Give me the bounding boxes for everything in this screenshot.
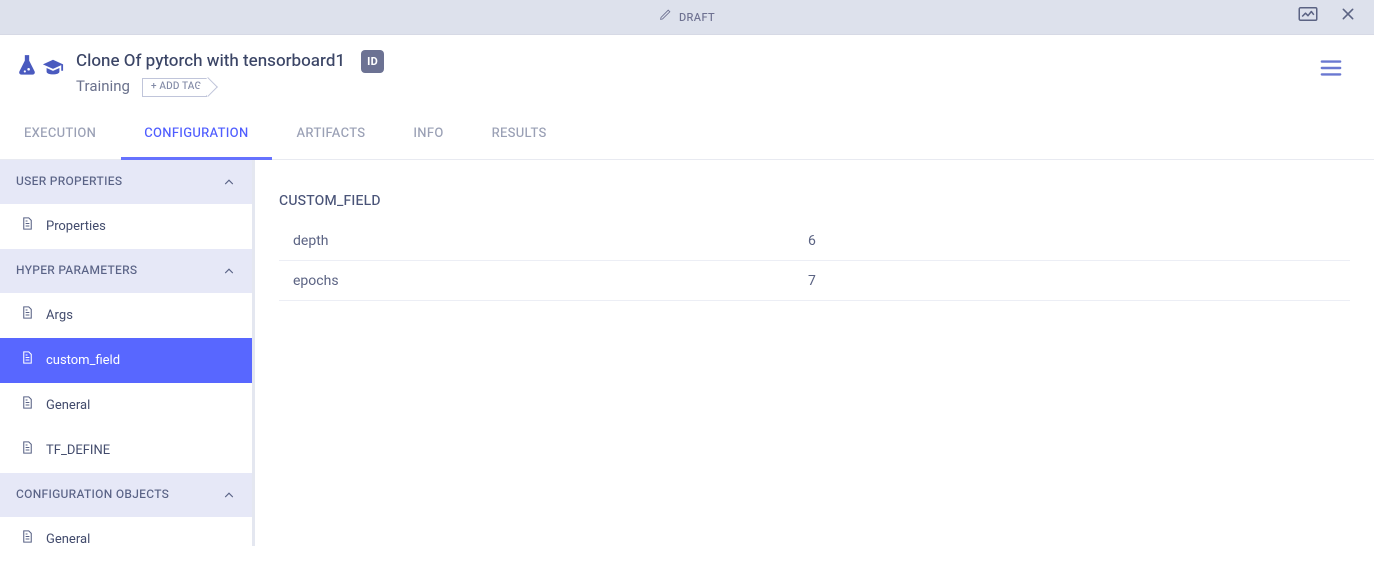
sidebar-item-tf-define[interactable]: TF_DEFINE	[0, 428, 252, 473]
menu-icon[interactable]	[1320, 49, 1350, 84]
add-tag-button[interactable]: + ADD TAG	[142, 78, 207, 97]
add-tag-label: + ADD TAG	[151, 80, 202, 94]
table-row[interactable]: epochs 7	[279, 261, 1350, 301]
tabs: EXECUTION CONFIGURATION ARTIFACTS INFO R…	[0, 102, 1374, 160]
tab-results[interactable]: RESULTS	[492, 124, 547, 159]
sidebar-item-properties[interactable]: Properties	[0, 204, 252, 249]
sidebar-item-label: General	[46, 530, 90, 546]
graduation-cap-icon	[42, 57, 64, 86]
sidebar-item-label: Properties	[46, 217, 106, 236]
file-icon	[20, 529, 35, 546]
id-badge[interactable]: ID	[361, 50, 384, 73]
tab-info[interactable]: INFO	[413, 124, 443, 159]
sidebar-item-general-co[interactable]: General	[0, 517, 252, 546]
file-icon	[20, 395, 35, 416]
panel-title: CUSTOM_FIELD	[279, 190, 1350, 211]
chevron-up-icon	[222, 175, 236, 189]
close-icon[interactable]	[1340, 5, 1356, 29]
pencil-icon	[659, 8, 672, 26]
page-subtitle: Training	[76, 76, 130, 98]
table-row[interactable]: depth 6	[279, 221, 1350, 261]
tab-artifacts[interactable]: ARTIFACTS	[297, 124, 366, 159]
image-icon[interactable]	[1298, 5, 1318, 29]
param-val: 6	[808, 230, 1338, 251]
draft-status: DRAFT	[659, 8, 715, 26]
sidebar-item-custom-field[interactable]: custom_field	[0, 338, 252, 383]
param-table: depth 6 epochs 7	[279, 221, 1350, 301]
file-icon	[20, 440, 35, 461]
chevron-up-icon	[222, 264, 236, 278]
header-icons	[14, 49, 64, 86]
sidebar-item-args[interactable]: Args	[0, 293, 252, 338]
main-panel: CUSTOM_FIELD depth 6 epochs 7	[255, 160, 1374, 546]
param-val: 7	[808, 270, 1338, 291]
page-header: Clone Of pytorch with tensorboard1 ID Tr…	[0, 35, 1374, 102]
section-label: HYPER PARAMETERS	[16, 262, 137, 280]
section-label: CONFIGURATION OBJECTS	[16, 486, 169, 504]
sidebar-item-general-hp[interactable]: General	[0, 383, 252, 428]
tab-configuration[interactable]: CONFIGURATION	[144, 124, 248, 159]
section-configuration-objects[interactable]: CONFIGURATION OBJECTS	[0, 473, 252, 517]
file-icon	[20, 350, 35, 371]
section-user-properties[interactable]: USER PROPERTIES	[0, 160, 252, 204]
sidebar-item-label: Args	[46, 306, 73, 325]
status-text: DRAFT	[679, 9, 715, 26]
param-key: epochs	[293, 270, 808, 291]
file-icon	[20, 305, 35, 326]
content-area: USER PROPERTIES Properties HYPER PARAMET…	[0, 160, 1374, 546]
section-label: USER PROPERTIES	[16, 173, 122, 191]
page-title: Clone Of pytorch with tensorboard1	[76, 49, 345, 74]
sidebar-item-label: General	[46, 396, 90, 415]
section-hyper-parameters[interactable]: HYPER PARAMETERS	[0, 249, 252, 293]
top-status-bar: DRAFT	[0, 0, 1374, 35]
file-icon	[20, 216, 35, 237]
flask-icon	[14, 53, 40, 86]
sidebar: USER PROPERTIES Properties HYPER PARAMET…	[0, 160, 255, 546]
sidebar-item-label: TF_DEFINE	[46, 441, 110, 460]
chevron-up-icon	[222, 488, 236, 502]
sidebar-item-label: custom_field	[46, 351, 120, 370]
param-key: depth	[293, 230, 808, 251]
tab-execution[interactable]: EXECUTION	[24, 124, 96, 159]
